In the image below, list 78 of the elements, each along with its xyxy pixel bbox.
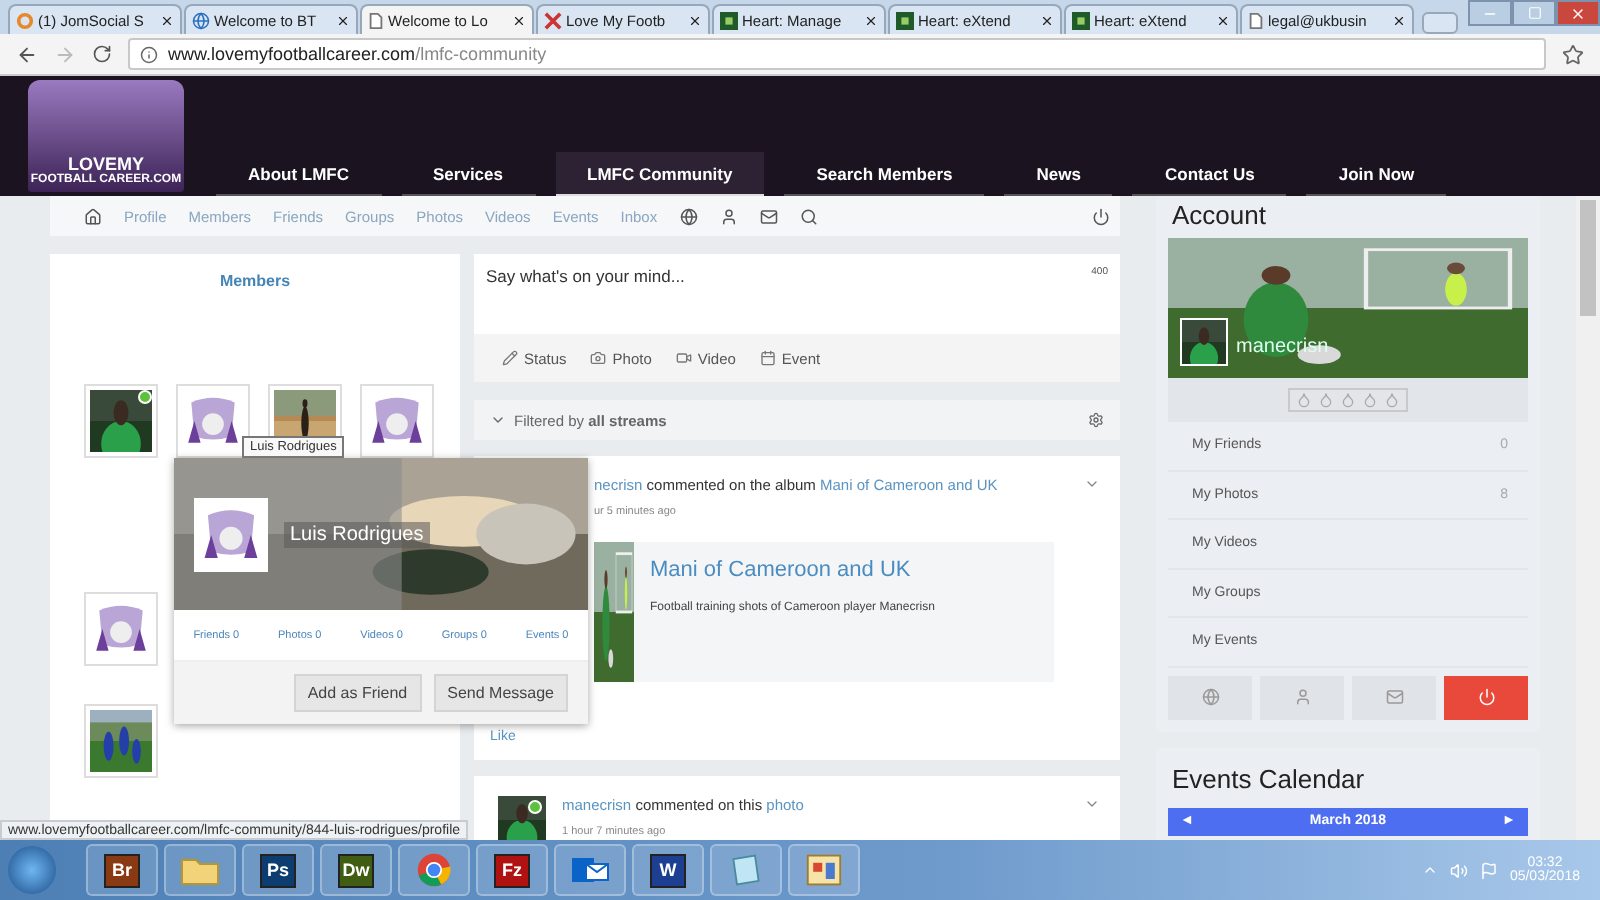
ring-icon bbox=[16, 11, 34, 29]
member-avatar[interactable] bbox=[176, 384, 250, 458]
tile-icon bbox=[1072, 11, 1090, 29]
search-icon[interactable] bbox=[799, 207, 818, 225]
info-icon[interactable] bbox=[140, 45, 158, 63]
close-icon[interactable] bbox=[864, 13, 878, 27]
calendar-title: Events Calendar bbox=[1170, 761, 1367, 797]
profile-name[interactable]: Luis Rodrigues bbox=[284, 521, 430, 547]
person-icon[interactable] bbox=[719, 207, 738, 225]
camera-icon bbox=[590, 350, 607, 366]
power-icon bbox=[1477, 688, 1495, 706]
profile-avatar[interactable] bbox=[194, 497, 268, 571]
account-title: Account bbox=[1170, 198, 1268, 234]
scrollbar[interactable] bbox=[1576, 196, 1600, 840]
pencil-icon bbox=[502, 350, 518, 366]
taskbar-app[interactable]: Dw bbox=[320, 844, 392, 896]
globe-icon bbox=[1201, 688, 1219, 706]
bookmark-star-icon[interactable] bbox=[1562, 43, 1584, 65]
maximize-icon bbox=[1527, 6, 1541, 20]
taskbar-app[interactable] bbox=[398, 844, 470, 896]
cross-icon bbox=[544, 11, 562, 29]
member-avatar[interactable] bbox=[84, 704, 158, 778]
folder-icon bbox=[180, 854, 220, 886]
mail-icon[interactable] bbox=[759, 207, 778, 225]
taskbar-app[interactable] bbox=[788, 844, 860, 896]
address-field[interactable]: www.lovemyfootballcareer.com/lmfc-community bbox=[128, 38, 1546, 70]
chevron-icon[interactable] bbox=[1084, 476, 1100, 492]
close-icon[interactable] bbox=[336, 13, 350, 27]
chevron-icon[interactable] bbox=[490, 412, 506, 428]
status-input[interactable]: Say what's on your mind... bbox=[486, 266, 685, 334]
notepad-icon bbox=[728, 852, 764, 888]
start-button[interactable] bbox=[8, 846, 56, 894]
home-icon[interactable] bbox=[84, 207, 102, 225]
member-avatar[interactable] bbox=[84, 592, 158, 666]
page-icon bbox=[1248, 11, 1264, 29]
power-button[interactable] bbox=[1444, 675, 1528, 719]
member-avatar[interactable] bbox=[360, 384, 434, 458]
mail-icon bbox=[1385, 688, 1403, 706]
chevron-icon[interactable] bbox=[1084, 796, 1100, 812]
taskbar-app[interactable]: W bbox=[632, 844, 704, 896]
page-icon bbox=[368, 11, 384, 29]
close-icon[interactable] bbox=[160, 13, 174, 27]
members-title: Members bbox=[217, 270, 293, 290]
app-logo: Dw bbox=[338, 853, 374, 887]
taskbar-app[interactable]: Fz bbox=[476, 844, 548, 896]
app-logo: Ps bbox=[260, 853, 296, 887]
close-icon[interactable] bbox=[688, 13, 702, 27]
globe-icon[interactable] bbox=[679, 207, 698, 225]
settings-icon[interactable] bbox=[1088, 412, 1104, 428]
app-logo: Fz bbox=[494, 853, 530, 887]
maximize-button[interactable] bbox=[1512, 0, 1556, 26]
chrome-icon bbox=[416, 852, 452, 888]
nav-item[interactable]: LMFC Community bbox=[555, 152, 765, 196]
back-icon[interactable] bbox=[16, 43, 38, 65]
reload-icon[interactable] bbox=[92, 44, 112, 64]
calendar-icon bbox=[759, 350, 776, 366]
app-logo: W bbox=[650, 853, 686, 887]
person-icon bbox=[1293, 688, 1311, 706]
globe-icon bbox=[192, 11, 210, 29]
close-icon[interactable] bbox=[1392, 13, 1406, 27]
add-friend-button[interactable]: Add as Friend bbox=[293, 674, 422, 712]
close-icon[interactable] bbox=[512, 13, 526, 27]
app-logo: Br bbox=[104, 853, 140, 887]
member-avatar[interactable] bbox=[84, 384, 158, 458]
tile-icon bbox=[896, 11, 914, 29]
close-icon bbox=[1570, 5, 1586, 21]
taskbar-app[interactable]: Br bbox=[86, 844, 158, 896]
tile-icon bbox=[720, 11, 738, 29]
envelope-icon bbox=[570, 854, 610, 886]
window-icon bbox=[806, 852, 842, 888]
close-icon[interactable] bbox=[1216, 13, 1230, 27]
send-message-button[interactable]: Send Message bbox=[433, 674, 568, 712]
close-icon[interactable] bbox=[1040, 13, 1054, 27]
video-icon bbox=[675, 350, 692, 366]
taskbar-app[interactable]: Ps bbox=[242, 844, 314, 896]
power-icon[interactable] bbox=[1092, 207, 1110, 225]
taskbar-app[interactable] bbox=[710, 844, 782, 896]
taskbar-app[interactable] bbox=[554, 844, 626, 896]
